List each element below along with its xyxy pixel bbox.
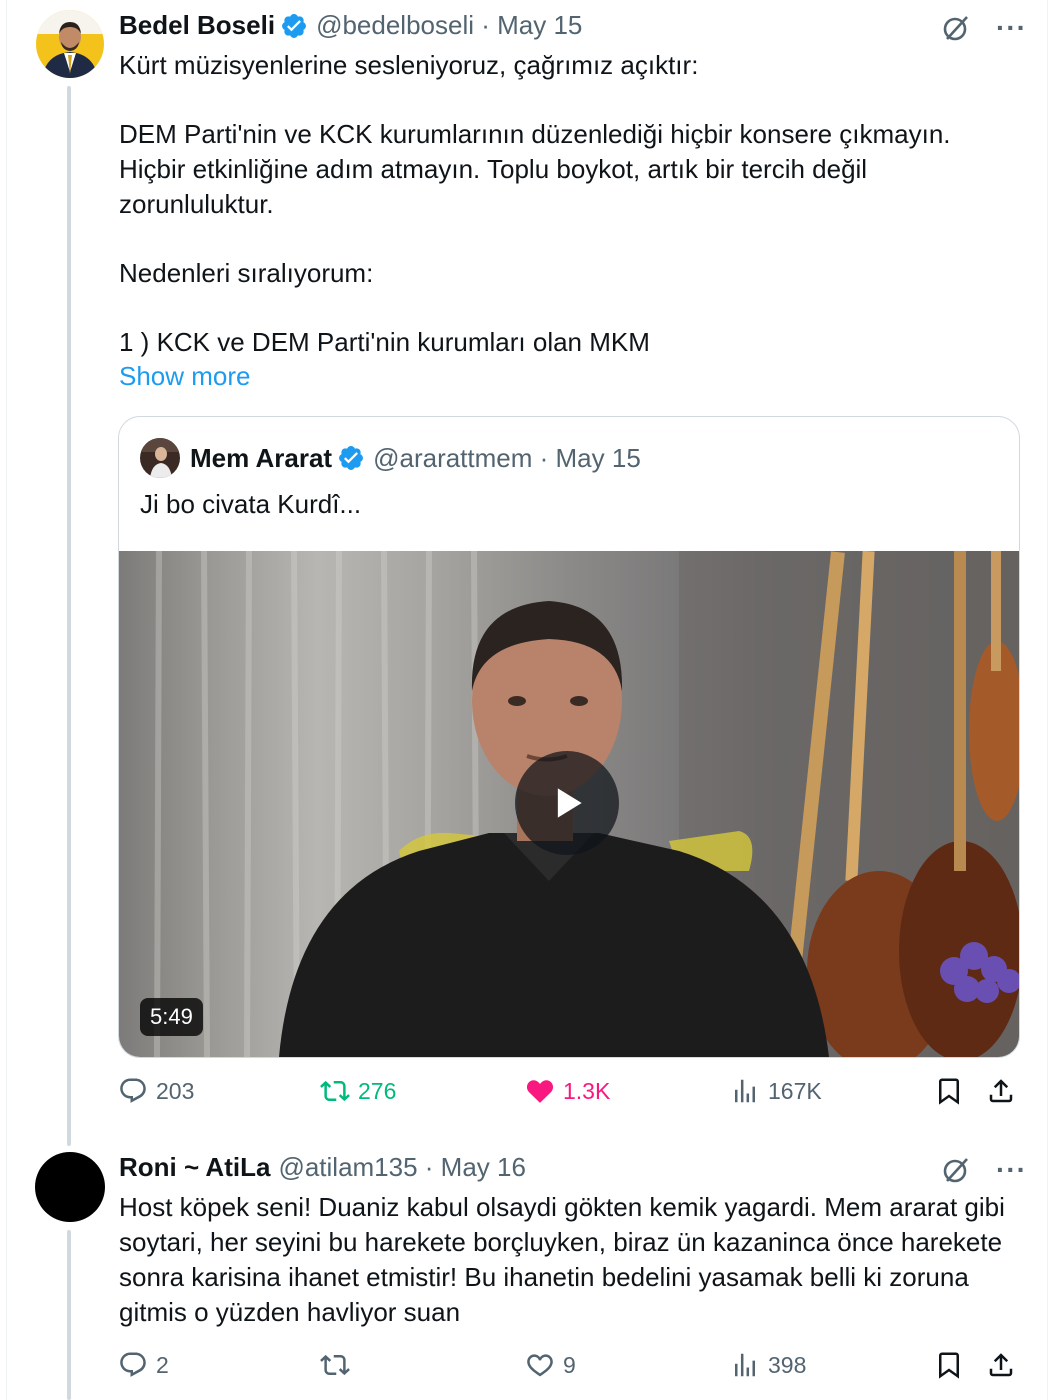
video-player[interactable]: 5:49 bbox=[119, 551, 1019, 1057]
thread-line bbox=[67, 86, 71, 1146]
bookmark-button[interactable] bbox=[934, 1076, 964, 1106]
avatar[interactable] bbox=[36, 10, 104, 78]
heart-outline-icon bbox=[527, 1354, 553, 1377]
repost-count: 276 bbox=[358, 1077, 397, 1104]
view-count: 398 bbox=[768, 1351, 807, 1378]
tweet-top-icons: ··· bbox=[940, 12, 1027, 44]
view-count: 167K bbox=[768, 1077, 822, 1104]
more-options-icon[interactable]: ··· bbox=[996, 14, 1027, 42]
reply-icon bbox=[120, 1352, 146, 1377]
tweet-paragraph: Kürt müzisyenlerine sesleniyoruz, çağrım… bbox=[119, 50, 699, 80]
bookmark-icon bbox=[939, 1078, 959, 1105]
thread-line-lower bbox=[67, 1230, 71, 1400]
reply-top-icons: ··· bbox=[940, 1154, 1027, 1186]
reply-handle-date[interactable]: @atilam135 · May 16 bbox=[278, 1152, 526, 1183]
share-icon bbox=[989, 1353, 1013, 1377]
reply-count: 203 bbox=[156, 1077, 195, 1104]
views-button[interactable]: 398 bbox=[730, 1350, 806, 1380]
repost-button[interactable] bbox=[320, 1350, 358, 1380]
quote-card[interactable]: Mem Ararat @ararattmem · May 15 Ji bo ci… bbox=[118, 416, 1020, 1058]
reply-header: Roni ~ AtiLa @atilam135 · May 16 bbox=[119, 1152, 526, 1183]
like-count: 1.3K bbox=[563, 1077, 611, 1104]
reply-avatar[interactable] bbox=[35, 1152, 105, 1222]
share-icon bbox=[989, 1079, 1013, 1103]
tweet-paragraph: DEM Parti'nin ve KCK kurumlarının düzenl… bbox=[119, 119, 951, 219]
tweet-paragraph: 1 ) KCK ve DEM Parti'nin kurumları olan … bbox=[119, 327, 650, 357]
play-icon bbox=[557, 788, 582, 818]
repost-icon bbox=[320, 1080, 350, 1102]
show-more-link[interactable]: Show more bbox=[119, 361, 251, 392]
author-handle-date[interactable]: @bedelboseli · May 15 bbox=[316, 10, 582, 41]
views-chart-icon bbox=[735, 1079, 755, 1103]
share-button[interactable] bbox=[986, 1350, 1016, 1380]
repost-button[interactable]: 276 bbox=[320, 1076, 396, 1106]
reply-actions: 2 9 398 bbox=[118, 1350, 1023, 1390]
bookmark-button[interactable] bbox=[934, 1350, 964, 1380]
like-button[interactable]: 1.3K bbox=[525, 1076, 610, 1106]
quote-avatar[interactable] bbox=[140, 438, 180, 478]
play-button[interactable] bbox=[515, 751, 619, 855]
reply-button[interactable]: 2 bbox=[118, 1350, 169, 1380]
quote-handle-date[interactable]: @ararattmem · May 15 bbox=[373, 443, 641, 474]
views-button[interactable]: 167K bbox=[730, 1076, 822, 1106]
like-count: 9 bbox=[563, 1351, 576, 1378]
tweet-header: Bedel Boseli @bedelboseli · May 15 bbox=[119, 10, 582, 41]
more-options-icon[interactable]: ··· bbox=[996, 1156, 1027, 1184]
bookmark-icon bbox=[939, 1352, 959, 1379]
tweet-text: Kürt müzisyenlerine sesleniyoruz, çağrım… bbox=[119, 48, 999, 360]
verified-badge-icon bbox=[339, 446, 364, 470]
verified-badge-icon bbox=[282, 13, 307, 38]
quote-header: Mem Ararat @ararattmem · May 15 bbox=[140, 438, 641, 478]
reply-button[interactable]: 203 bbox=[118, 1076, 194, 1106]
reply-author-name[interactable]: Roni ~ AtiLa bbox=[119, 1152, 270, 1183]
grok-icon[interactable] bbox=[940, 12, 972, 44]
grok-icon[interactable] bbox=[940, 1154, 972, 1186]
reply-icon bbox=[120, 1078, 146, 1103]
tweet-actions: 203 276 1.3K 167K bbox=[118, 1076, 1023, 1116]
reply-text: Host köpek seni! Duaniz kabul olsaydi gö… bbox=[119, 1192, 1005, 1327]
video-duration: 5:49 bbox=[140, 998, 203, 1036]
tweet-paragraph: Nedenleri sıralıyorum: bbox=[119, 258, 374, 288]
like-button[interactable]: 9 bbox=[525, 1350, 576, 1380]
author-name[interactable]: Bedel Boseli bbox=[119, 10, 275, 41]
quote-text: Ji bo civata Kurdî... bbox=[140, 489, 362, 519]
reply-count: 2 bbox=[156, 1351, 169, 1378]
views-chart-icon bbox=[735, 1353, 755, 1377]
quote-author-name[interactable]: Mem Ararat bbox=[190, 443, 332, 474]
share-button[interactable] bbox=[986, 1076, 1016, 1106]
repost-icon bbox=[320, 1354, 350, 1376]
heart-filled-icon bbox=[526, 1080, 554, 1103]
